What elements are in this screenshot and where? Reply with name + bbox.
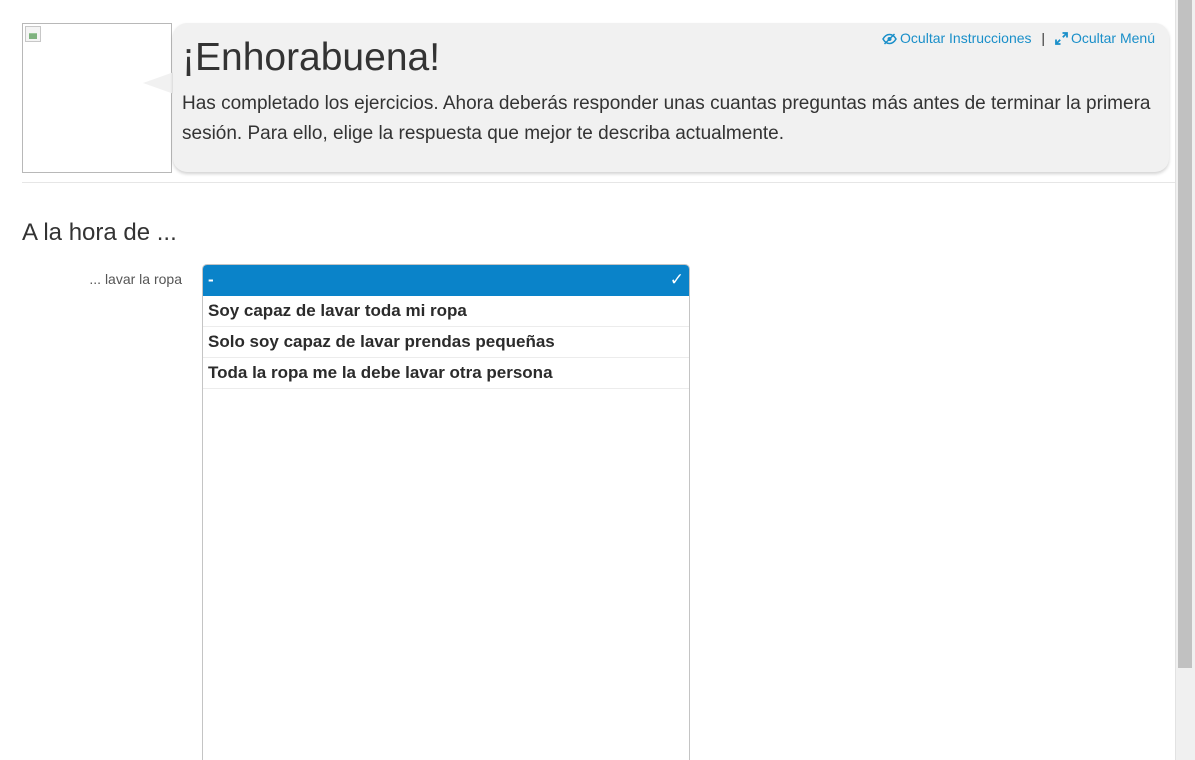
hide-instructions-label: Ocultar Instrucciones	[900, 30, 1032, 46]
divider	[22, 182, 1175, 183]
answer-listbox[interactable]: - ✓ Soy capaz de lavar toda mi ropa Solo…	[202, 264, 690, 760]
option-label: -	[208, 270, 214, 289]
option-wash-all[interactable]: Soy capaz de lavar toda mi ropa	[203, 296, 689, 327]
section-title: A la hora de ...	[22, 219, 177, 246]
scrollbar-thumb[interactable]	[1178, 0, 1192, 668]
speech-bubble-tail	[143, 72, 174, 94]
instructions-bubble: Ocultar Instrucciones | Ocultar Menú ¡En…	[173, 23, 1169, 172]
check-icon: ✓	[669, 270, 684, 289]
avatar-image	[22, 23, 172, 173]
option-label: Solo soy capaz de lavar prendas pequeñas	[208, 332, 555, 351]
broken-image-icon	[25, 26, 41, 42]
option-label: Toda la ropa me la debe lavar otra perso…	[208, 363, 553, 382]
hide-menu-label: Ocultar Menú	[1070, 30, 1155, 46]
option-other-person[interactable]: Toda la ropa me la debe lavar otra perso…	[203, 358, 689, 389]
option-none[interactable]: - ✓	[203, 265, 689, 296]
expand-arrows-icon	[1055, 32, 1068, 45]
option-label: Soy capaz de lavar toda mi ropa	[208, 301, 467, 320]
bubble-links: Ocultar Instrucciones | Ocultar Menú	[882, 29, 1155, 47]
instructions-text: Has completado los ejercicios. Ahora deb…	[182, 93, 1151, 144]
hide-menu-link[interactable]: Ocultar Menú	[1055, 30, 1155, 46]
page-scrollbar[interactable]	[1175, 0, 1195, 760]
hide-instructions-link[interactable]: Ocultar Instrucciones	[882, 30, 1035, 46]
question-label: ... lavar la ropa	[89, 271, 182, 287]
page-title: ¡Enhorabuena!	[182, 36, 441, 79]
page: Ocultar Instrucciones | Ocultar Menú ¡En…	[0, 0, 1195, 760]
eye-slash-icon	[882, 33, 897, 45]
option-wash-small[interactable]: Solo soy capaz de lavar prendas pequeñas	[203, 327, 689, 358]
links-separator: |	[1041, 30, 1046, 46]
